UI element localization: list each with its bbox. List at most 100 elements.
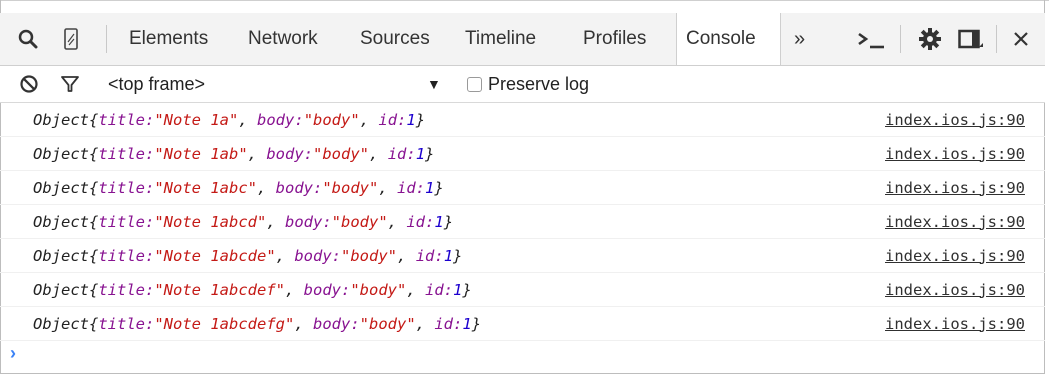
value-body: "body" <box>322 178 379 197</box>
key-id: id: <box>434 314 463 333</box>
prompt-chevron-icon: › <box>10 343 16 363</box>
tab-sources[interactable]: Sources <box>360 13 430 65</box>
value-id: 1 <box>406 110 416 129</box>
key-title: title: <box>98 314 155 333</box>
clear-console-icon[interactable] <box>19 66 39 102</box>
key-title: title: <box>98 212 155 231</box>
key-id: id: <box>415 246 444 265</box>
key-id: id: <box>406 212 435 231</box>
close-icon[interactable] <box>1012 13 1030 65</box>
value-body: "body" <box>303 110 360 129</box>
tab-elements[interactable]: Elements <box>129 13 208 65</box>
console-message[interactable]: Object {title: "Note 1abcdef", body: "bo… <box>33 273 472 306</box>
key-title: title: <box>98 110 155 129</box>
console-drawer-icon[interactable] <box>856 13 886 65</box>
source-link[interactable]: index.ios.js:90 <box>885 273 1025 306</box>
console-message[interactable]: Object {title: "Note 1abc", body: "body"… <box>33 171 444 204</box>
key-body: body: <box>313 314 360 333</box>
key-title: title: <box>98 246 155 265</box>
value-title: "Note 1abcd" <box>154 212 267 231</box>
device-mode-icon[interactable] <box>64 13 78 65</box>
console-message[interactable]: Object {title: "Note 1abcd", body: "body… <box>33 205 453 238</box>
value-body: "body" <box>359 314 416 333</box>
value-id: 1 <box>443 246 454 265</box>
console-row: Object {title: "Note 1abcd", body: "body… <box>0 205 1045 239</box>
key-body: body: <box>303 280 351 299</box>
value-id: 1 <box>415 144 426 163</box>
key-id: id: <box>378 110 407 129</box>
tab-timeline[interactable]: Timeline <box>465 13 536 65</box>
object-label: Object <box>33 110 89 129</box>
key-body: body: <box>266 144 314 163</box>
console-messages: Object {title: "Note 1a", body: "body", … <box>0 103 1045 341</box>
value-title: "Note 1a" <box>154 110 239 129</box>
key-body: body: <box>294 246 342 265</box>
source-link[interactable]: index.ios.js:90 <box>885 205 1025 238</box>
tab-network[interactable]: Network <box>248 13 318 65</box>
object-label: Object <box>33 144 89 163</box>
tab-profiles[interactable]: Profiles <box>583 13 646 65</box>
value-id: 1 <box>434 212 444 231</box>
key-title: title: <box>98 144 155 163</box>
object-label: Object <box>33 178 89 197</box>
value-title: "Note 1abcdef" <box>154 280 285 299</box>
source-link[interactable]: index.ios.js:90 <box>885 307 1025 340</box>
dock-side-icon[interactable] <box>958 13 984 65</box>
value-body: "body" <box>313 144 370 163</box>
devtools-toolbar: Elements Network Sources Timeline Profil… <box>0 13 1045 66</box>
toolbar-separator <box>996 25 997 53</box>
value-title: "Note 1abcdefg" <box>154 314 295 333</box>
toolbar-separator <box>900 25 901 53</box>
source-link[interactable]: index.ios.js:90 <box>885 171 1025 204</box>
key-title: title: <box>98 178 155 197</box>
object-label: Object <box>33 212 89 231</box>
checkbox-box[interactable] <box>467 76 482 92</box>
key-body: body: <box>275 178 323 197</box>
key-body: body: <box>285 212 332 231</box>
object-label: Object <box>33 246 89 265</box>
toolbar-separator <box>106 25 107 53</box>
value-title: "Note 1ab" <box>154 144 248 163</box>
value-id: 1 <box>425 178 435 197</box>
console-row: Object {title: "Note 1abcde", body: "bod… <box>0 239 1045 273</box>
value-body: "body" <box>350 280 407 299</box>
console-message[interactable]: Object {title: "Note 1a", body: "body", … <box>33 103 425 136</box>
preserve-log-label[interactable]: Preserve log <box>488 66 589 102</box>
console-row: Object {title: "Note 1a", body: "body", … <box>0 103 1045 137</box>
key-body: body: <box>257 110 304 129</box>
console-message[interactable]: Object {title: "Note 1abcde", body: "bod… <box>33 239 462 272</box>
console-row: Object {title: "Note 1abcdef", body: "bo… <box>0 273 1045 307</box>
source-link[interactable]: index.ios.js:90 <box>885 137 1025 170</box>
frame-selector[interactable]: <top frame> <box>108 66 205 102</box>
object-label: Object <box>33 314 89 333</box>
console-prompt-row[interactable]: › <box>0 339 1045 369</box>
console-row: Object {title: "Note 1ab", body: "body",… <box>0 137 1045 171</box>
chevron-down-icon[interactable]: ▼ <box>427 66 441 102</box>
brace-close: } <box>415 110 426 129</box>
console-row: Object {title: "Note 1abcdefg", body: "b… <box>0 307 1045 341</box>
brace-open: { <box>89 110 99 129</box>
object-label: Object <box>33 280 89 299</box>
filter-funnel-icon[interactable] <box>60 66 80 102</box>
value-title: "Note 1abcde" <box>154 246 276 265</box>
value-id: 1 <box>462 314 472 333</box>
value-body: "body" <box>341 246 398 265</box>
value-id: 1 <box>453 280 463 299</box>
key-title: title: <box>98 280 155 299</box>
tab-console[interactable]: Console <box>686 13 756 65</box>
key-id: id: <box>387 144 416 163</box>
console-message[interactable]: Object {title: "Note 1ab", body: "body",… <box>33 137 434 170</box>
value-title: "Note 1abc" <box>154 178 257 197</box>
search-icon[interactable] <box>18 13 38 65</box>
console-filter-bar: <top frame> ▼ Preserve log <box>0 66 1045 103</box>
key-id: id: <box>425 280 454 299</box>
key-id: id: <box>397 178 426 197</box>
source-link[interactable]: index.ios.js:90 <box>885 239 1025 272</box>
console-row: Object {title: "Note 1abc", body: "body"… <box>0 171 1045 205</box>
settings-gear-icon[interactable] <box>918 13 942 65</box>
source-link[interactable]: index.ios.js:90 <box>885 103 1025 136</box>
value-body: "body" <box>331 212 388 231</box>
more-tabs-button[interactable]: » <box>794 13 805 65</box>
console-message[interactable]: Object {title: "Note 1abcdefg", body: "b… <box>33 307 481 340</box>
preserve-log-checkbox[interactable] <box>467 66 482 102</box>
